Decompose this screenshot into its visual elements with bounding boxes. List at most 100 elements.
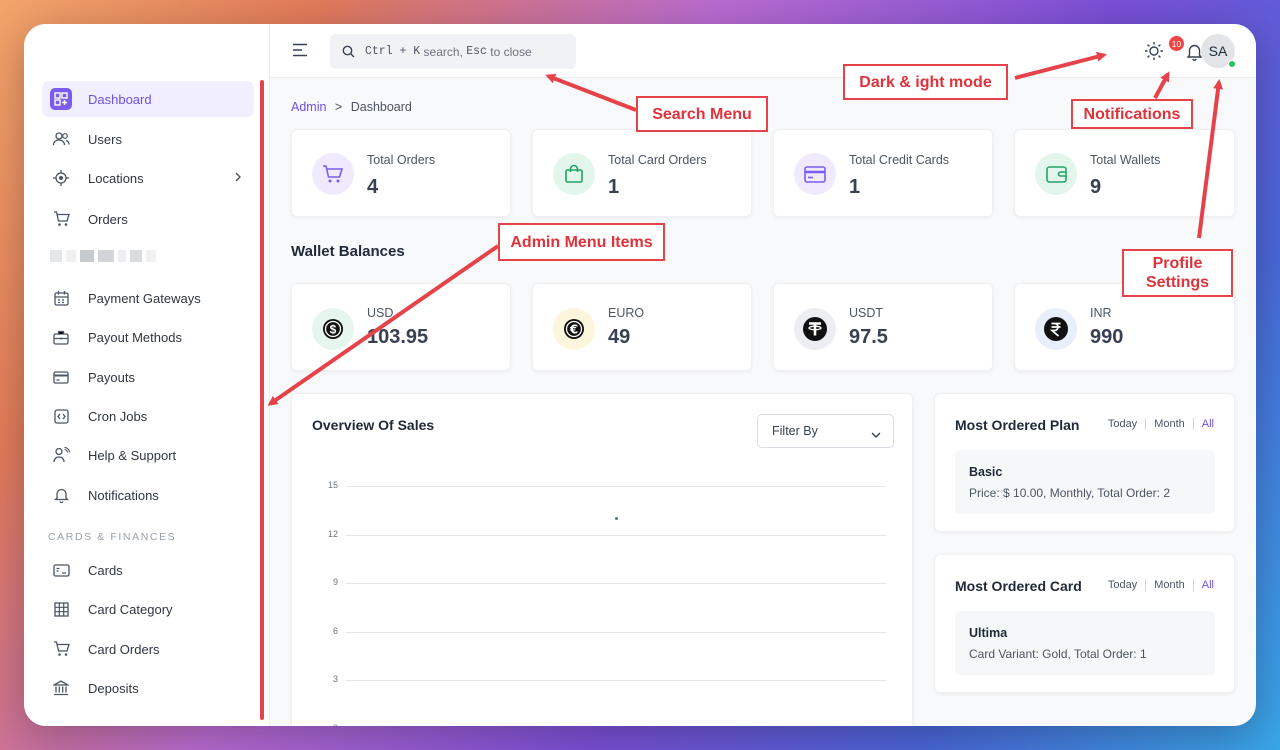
sidebar-item-label: Payment Gateways bbox=[88, 290, 201, 306]
sidebar-item-notifications[interactable]: Notifications bbox=[42, 477, 254, 513]
euro-coin-icon: € bbox=[553, 308, 595, 350]
tab-month[interactable]: Month bbox=[1154, 418, 1185, 430]
sidebar-item-label: Users bbox=[88, 131, 122, 147]
sidebar-item-label: Dashboard bbox=[88, 91, 152, 107]
plan-period-tabs: Today Month All bbox=[1108, 418, 1214, 430]
sidebar-section-heading: CARDS & FINANCES bbox=[48, 531, 177, 543]
search-hint-text: search, bbox=[420, 44, 467, 59]
most-ordered-card-title: Most Ordered Card bbox=[955, 578, 1082, 594]
chart-data-point[interactable] bbox=[614, 516, 618, 520]
sidebar: Dashboard Users Locations Orders Payment… bbox=[24, 24, 270, 726]
sales-chart: 15 12 9 6 3 0 bbox=[292, 394, 914, 726]
bank-icon bbox=[50, 677, 72, 699]
sidebar-item-cards[interactable]: Cards bbox=[42, 552, 254, 588]
sidebar-item-orders[interactable]: Orders bbox=[42, 201, 254, 237]
wallet-label: INR bbox=[1090, 306, 1112, 320]
sidebar-item-locations[interactable]: Locations bbox=[42, 160, 254, 196]
wallet-card-usdt: USDT 97.5 bbox=[773, 283, 993, 371]
notification-count-badge: 10 bbox=[1169, 36, 1184, 51]
sidebar-item-payouts[interactable]: Payouts bbox=[42, 359, 254, 395]
location-icon bbox=[50, 167, 72, 189]
cart-icon bbox=[312, 153, 354, 195]
wallet-value: 97.5 bbox=[849, 326, 888, 348]
svg-text:$: $ bbox=[330, 323, 337, 337]
wallet-value: 990 bbox=[1090, 326, 1124, 348]
most-ordered-plan-title: Most Ordered Plan bbox=[955, 417, 1080, 433]
wallet-label: EURO bbox=[608, 306, 645, 320]
sidebar-item-payout-methods[interactable]: Payout Methods bbox=[42, 319, 254, 355]
sidebar-item-label: Payouts bbox=[88, 369, 135, 385]
wallet-card-euro: € EURO 49 bbox=[532, 283, 752, 371]
rupee-coin-icon bbox=[1035, 308, 1077, 350]
sidebar-item-users[interactable]: Users bbox=[42, 121, 254, 157]
card-icon bbox=[50, 559, 72, 581]
plan-summary: Basic Price: $ 10.00, Monthly, Total Ord… bbox=[955, 450, 1215, 514]
stat-value: 4 bbox=[367, 176, 379, 198]
credit-card-icon bbox=[50, 366, 72, 388]
blurred-menu-item bbox=[50, 250, 160, 264]
cart-icon bbox=[50, 638, 72, 660]
sidebar-item-card-category[interactable]: Card Category bbox=[42, 591, 254, 627]
menu-toggle-icon[interactable] bbox=[292, 43, 308, 62]
theme-toggle-icon[interactable] bbox=[1144, 41, 1164, 66]
sidebar-item-help-support[interactable]: Help & Support bbox=[42, 437, 254, 473]
stat-label: Total Wallets bbox=[1090, 153, 1161, 167]
sidebar-item-dashboard[interactable]: Dashboard bbox=[42, 81, 254, 117]
plan-detail: Price: $ 10.00, Monthly, Total Order: 2 bbox=[969, 486, 1170, 500]
breadcrumb-current: Dashboard bbox=[350, 100, 412, 114]
plan-name: Basic bbox=[969, 465, 1003, 479]
sidebar-item-label: Cron Jobs bbox=[88, 408, 148, 424]
most-ordered-card-card: Most Ordered Card Today Month All Ultima… bbox=[934, 554, 1235, 693]
stat-card-total-wallets: Total Wallets 9 bbox=[1014, 129, 1235, 217]
sidebar-item-payment-gateways[interactable]: Payment Gateways bbox=[42, 280, 254, 316]
tab-all[interactable]: All bbox=[1202, 418, 1214, 430]
chart-y-tick-label: 9 bbox=[332, 577, 338, 588]
breadcrumb-separator: > bbox=[334, 100, 343, 114]
tab-all[interactable]: All bbox=[1202, 579, 1214, 591]
chart-gridline bbox=[346, 583, 886, 585]
stat-label: Total Credit Cards bbox=[849, 153, 950, 167]
shopping-bag-icon bbox=[553, 153, 595, 195]
sidebar-item-label: Cards bbox=[88, 562, 123, 578]
wallet-label: USDT bbox=[849, 306, 884, 320]
stat-label: Total Card Orders bbox=[608, 153, 707, 167]
svg-text:€: € bbox=[569, 323, 578, 337]
grid-icon bbox=[50, 598, 72, 620]
sidebar-item-cron-jobs[interactable]: Cron Jobs bbox=[42, 398, 254, 434]
chart-y-tick-label: 12 bbox=[327, 528, 338, 539]
sidebar-item-label: Card Category bbox=[88, 601, 173, 617]
stat-label: Total Orders bbox=[367, 153, 436, 167]
chart-y-tick-label: 3 bbox=[332, 674, 338, 685]
code-icon bbox=[50, 405, 72, 427]
stat-card-total-card-orders: Total Card Orders 1 bbox=[532, 129, 752, 217]
users-icon bbox=[50, 128, 72, 150]
sidebar-item-card-orders[interactable]: Card Orders bbox=[42, 631, 254, 667]
sidebar-item-label: Orders bbox=[88, 211, 128, 227]
tether-coin-icon bbox=[794, 308, 836, 350]
tab-today[interactable]: Today bbox=[1108, 418, 1137, 430]
most-ordered-plan-card: Most Ordered Plan Today Month All Basic … bbox=[934, 393, 1235, 532]
chart-gridline bbox=[346, 486, 886, 487]
annotation-admin-menu: Admin Menu Items bbox=[498, 223, 665, 261]
breadcrumb-link-admin[interactable]: Admin bbox=[291, 100, 326, 114]
card-period-tabs: Today Month All bbox=[1108, 579, 1214, 591]
briefcase-icon bbox=[50, 326, 72, 348]
sales-overview-card: Overview Of Sales Filter By 15129630 bbox=[291, 393, 913, 726]
card-summary: Ultima Card Variant: Gold, Total Order: … bbox=[955, 611, 1215, 675]
breadcrumb: Admin > Dashboard bbox=[291, 100, 412, 114]
card-name: Ultima bbox=[969, 626, 1008, 640]
credit-card-icon bbox=[794, 153, 836, 195]
sidebar-item-label: Locations bbox=[88, 170, 144, 186]
dashboard-icon bbox=[50, 88, 72, 110]
wallet-balances-title: Wallet Balances bbox=[291, 243, 405, 260]
top-bar: Ctrl + K search, Esc to close 10 SA bbox=[270, 24, 1256, 78]
card-detail: Card Variant: Gold, Total Order: 1 bbox=[969, 647, 1147, 661]
tab-month[interactable]: Month bbox=[1154, 579, 1185, 591]
sidebar-item-deposits[interactable]: Deposits bbox=[42, 670, 254, 706]
stat-value: 1 bbox=[849, 176, 861, 198]
search-input[interactable]: Ctrl + K search, Esc to close bbox=[330, 34, 576, 69]
annotation-notifications: Notifications bbox=[1071, 99, 1193, 129]
bell-icon bbox=[50, 484, 72, 506]
online-status-dot bbox=[1228, 60, 1236, 68]
tab-today[interactable]: Today bbox=[1108, 579, 1137, 591]
